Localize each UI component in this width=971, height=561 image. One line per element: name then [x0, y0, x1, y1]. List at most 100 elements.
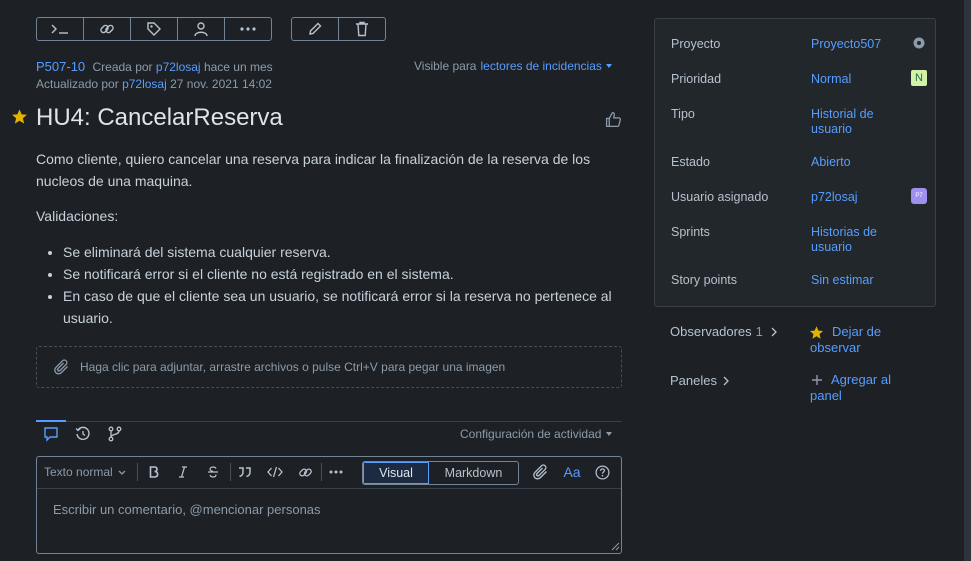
validations-list: Se eliminará del sistema cualquier reser… — [36, 241, 623, 329]
tab-history[interactable] — [72, 424, 94, 444]
more-formatting-button[interactable] — [326, 457, 346, 487]
bold-icon — [149, 466, 159, 478]
link-icon — [298, 465, 313, 480]
proyecto-label: Proyecto — [671, 37, 721, 51]
caret-down-icon — [606, 432, 613, 436]
unwatch-button[interactable]: Dejar de observar — [810, 324, 910, 356]
strikethrough-icon — [207, 466, 219, 478]
star-icon[interactable] — [11, 108, 28, 125]
chevron-down-icon — [118, 470, 126, 475]
avatar: P7 — [911, 188, 927, 204]
add-to-board-button[interactable]: Agregar al panel — [810, 372, 910, 404]
updated-when: 27 nov. 2021 14:02 — [170, 77, 272, 91]
proyecto-value[interactable]: Proyecto507 — [811, 37, 881, 52]
visibility-selector[interactable]: Visible para lectores de incidencias — [414, 59, 612, 73]
issue-id[interactable]: P507-10 — [36, 59, 85, 74]
visual-mode-button[interactable]: Visual — [363, 462, 429, 484]
thumbs-up-icon[interactable] — [605, 111, 622, 128]
updated-line: Actualizado por p72losaj 27 nov. 2021 14… — [36, 77, 272, 91]
active-tab-indicator — [36, 420, 66, 422]
estado-value[interactable]: Abierto — [811, 155, 851, 170]
list-item: En caso de que el cliente sea un usuario… — [63, 285, 623, 329]
tab-comments[interactable] — [36, 424, 66, 444]
activity-settings-dropdown[interactable]: Configuración de actividad — [460, 427, 613, 441]
sprints-label: Sprints — [671, 225, 710, 239]
delete-icon — [355, 21, 369, 37]
project-gear-icon — [912, 36, 926, 50]
created-by-link[interactable]: p72losaj — [156, 60, 201, 74]
tipo-label: Tipo — [671, 107, 695, 121]
tab-commits[interactable] — [104, 424, 126, 444]
bold-button[interactable] — [145, 457, 163, 487]
updated-by-link[interactable]: p72losaj — [122, 77, 167, 91]
terminal-button[interactable] — [37, 18, 84, 40]
quote-button[interactable] — [236, 457, 254, 487]
tag-button[interactable] — [131, 18, 178, 40]
paperclip-icon — [54, 359, 70, 375]
history-icon — [75, 426, 91, 442]
code-icon — [267, 466, 283, 478]
list-item: Se notificará error si el cliente no est… — [63, 263, 623, 285]
insert-link-button[interactable] — [295, 457, 315, 487]
toolbar-separator — [137, 463, 138, 481]
strikethrough-button[interactable] — [204, 457, 222, 487]
user-icon — [193, 21, 209, 37]
activity-settings-label: Configuración de actividad — [460, 427, 602, 441]
updated-prefix: Actualizado por — [36, 77, 119, 91]
story-points-value[interactable]: Sin estimar — [811, 273, 874, 288]
help-button[interactable] — [592, 457, 612, 487]
more-actions-button[interactable] — [225, 18, 271, 40]
attach-file-button[interactable] — [531, 457, 551, 487]
edit-icon — [307, 21, 323, 37]
edit-actions-group — [291, 17, 386, 41]
issue-title[interactable]: HU4: CancelarReserva — [36, 104, 283, 132]
toolbar-separator — [230, 463, 231, 481]
validations-heading: Validaciones: — [36, 208, 119, 224]
paperclip-icon — [533, 464, 549, 480]
estado-label: Estado — [671, 155, 710, 169]
delete-button[interactable] — [339, 18, 385, 40]
code-button[interactable] — [265, 457, 285, 487]
comment-input[interactable]: Escribir un comentario, @mencionar perso… — [53, 502, 321, 517]
text-style-select[interactable]: Texto normal — [44, 457, 132, 487]
created-when: hace un mes — [203, 60, 273, 74]
link-button[interactable] — [84, 18, 131, 40]
list-item: Se eliminará del sistema cualquier reser… — [63, 241, 623, 263]
text-style-label: Texto normal — [44, 465, 113, 479]
text-format-button[interactable]: Aa — [561, 457, 583, 487]
attachment-dropzone[interactable]: Haga clic para adjuntar, arrastre archiv… — [36, 346, 622, 388]
story-points-label: Story points — [671, 273, 738, 287]
edit-button[interactable] — [292, 18, 339, 40]
issue-actions-group — [36, 17, 272, 41]
issue-details-panel: Proyecto Proyecto507 Prioridad Normal N … — [654, 18, 936, 307]
italic-button[interactable] — [174, 457, 192, 487]
more-icon — [329, 470, 343, 474]
quote-icon — [238, 467, 252, 477]
comment-icon — [43, 426, 59, 442]
resize-handle-icon[interactable] — [611, 542, 620, 551]
tipo-value[interactable]: Historial de usuario — [811, 107, 901, 137]
chevron-right-icon — [723, 376, 729, 386]
issue-description[interactable]: Como cliente, quiero cancelar una reserv… — [36, 148, 616, 192]
editor-mode-toggle: Visual Markdown — [362, 461, 519, 485]
editor-toolbar-divider — [37, 488, 621, 489]
observadores-toggle[interactable]: Observadores 1 — [670, 324, 777, 339]
link-icon — [99, 21, 115, 37]
terminal-icon — [51, 23, 69, 35]
paneles-toggle[interactable]: Paneles — [670, 373, 729, 388]
created-prefix: Creada por — [92, 60, 153, 74]
attachment-hint: Haga clic para adjuntar, arrastre archiv… — [80, 360, 506, 374]
created-line: P507-10 Creada por p72losaj hace un mes — [36, 59, 273, 74]
usuario-label: Usuario asignado — [671, 190, 769, 204]
visibility-value: lectores de incidencias — [480, 59, 602, 73]
prioridad-value[interactable]: Normal — [811, 72, 851, 87]
observadores-label: Observadores — [670, 324, 752, 339]
usuario-value[interactable]: p72losaj — [811, 190, 858, 205]
observadores-count: 1 — [755, 324, 763, 339]
help-icon — [595, 465, 610, 480]
markdown-mode-button[interactable]: Markdown — [429, 462, 518, 484]
assign-user-button[interactable] — [178, 18, 225, 40]
prioridad-label: Prioridad — [671, 72, 722, 86]
git-branch-icon — [107, 426, 123, 442]
sprints-value[interactable]: Historias de usuario — [811, 225, 901, 255]
